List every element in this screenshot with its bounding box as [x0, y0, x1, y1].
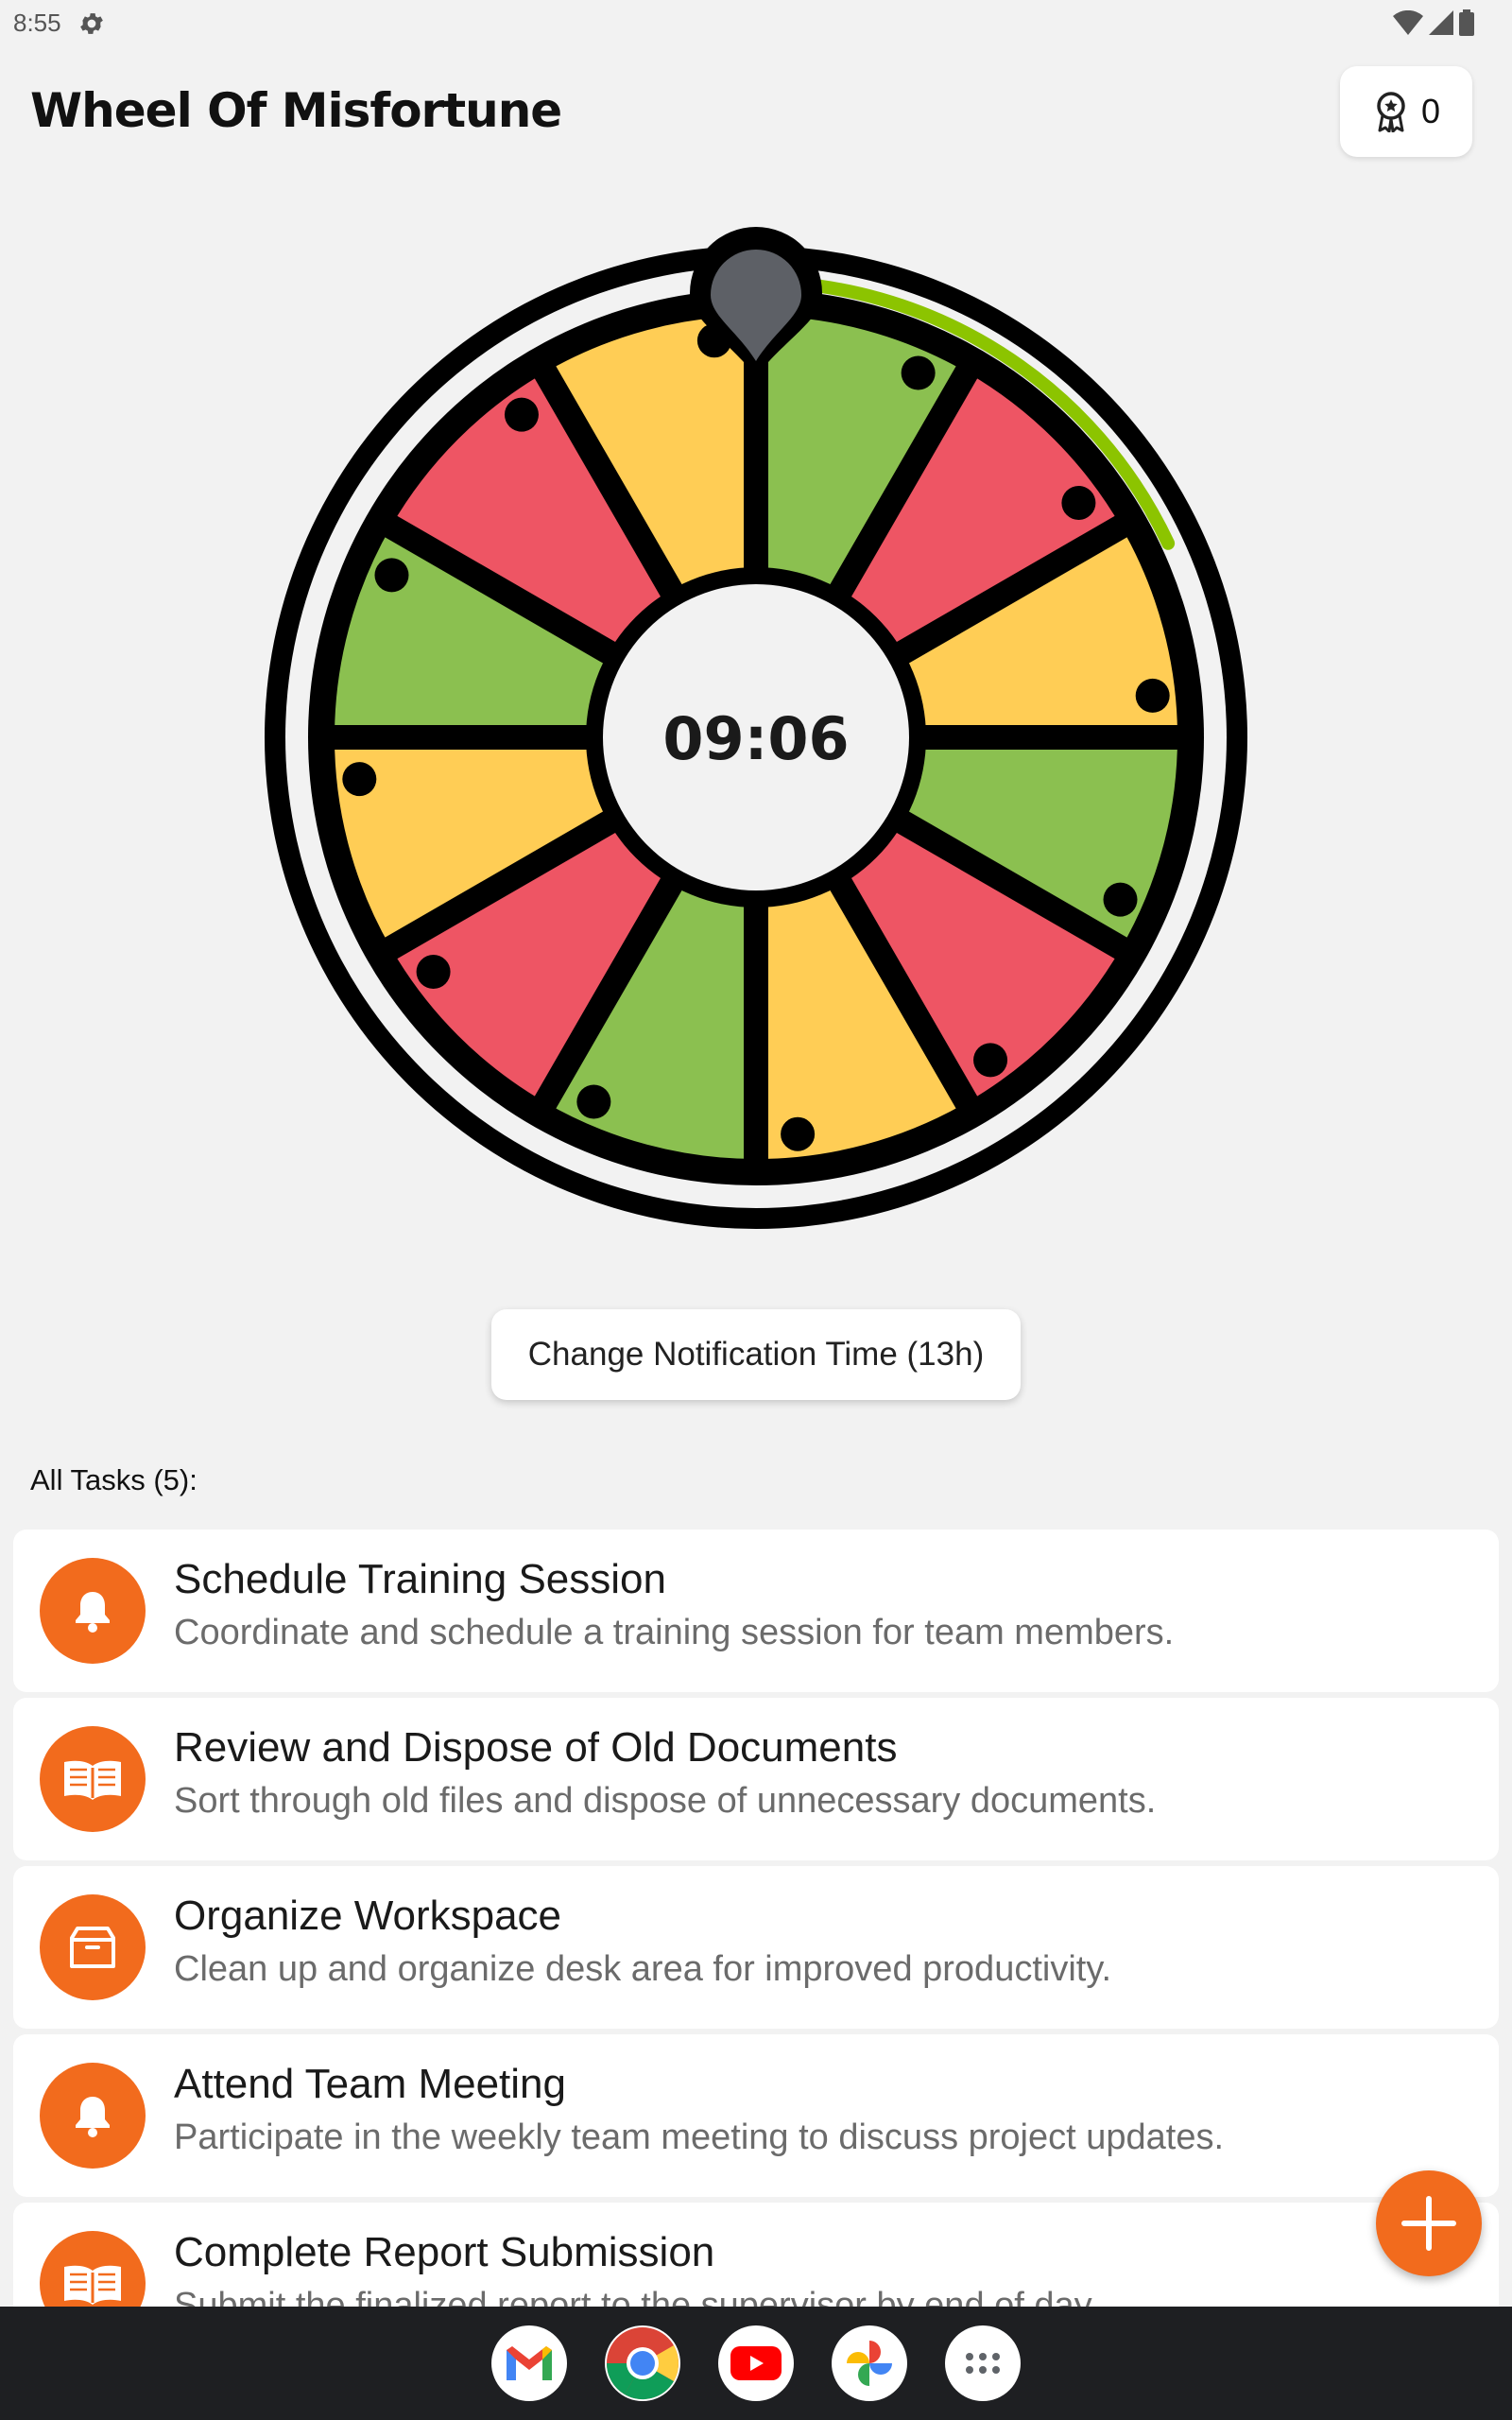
wheel-peg	[342, 762, 377, 797]
bell-icon	[40, 2063, 146, 2169]
wheel-peg	[1061, 485, 1096, 520]
photos-icon[interactable]	[832, 2325, 907, 2401]
wheel-peg	[1135, 678, 1170, 713]
task-title: Attend Team Meeting	[174, 2061, 566, 2107]
status-bar: 8:55	[0, 0, 1512, 45]
task-item[interactable]: Schedule Training Session Coordinate and…	[13, 1530, 1499, 1692]
task-title: Complete Report Submission	[174, 2229, 715, 2275]
wheel-peg	[781, 1116, 816, 1151]
youtube-icon[interactable]	[718, 2325, 794, 2401]
task-item[interactable]: Review and Dispose of Old Documents Sort…	[13, 1698, 1499, 1860]
task-item[interactable]: Organize Workspace Clean up and organize…	[13, 1866, 1499, 2029]
battery-icon	[1459, 9, 1474, 36]
award-button[interactable]: 0	[1340, 66, 1472, 157]
box-icon	[40, 1894, 146, 2000]
wheel-center-time: 09:06	[662, 704, 850, 773]
wheel-peg	[374, 558, 409, 593]
chrome-icon[interactable]	[605, 2325, 680, 2401]
wheel-peg	[576, 1084, 611, 1119]
task-item[interactable]: Attend Team Meeting Participate in the w…	[13, 2034, 1499, 2197]
wheel-peg	[1103, 882, 1138, 917]
task-description: Sort through old files and dispose of un…	[174, 1781, 1157, 1821]
task-description: Participate in the weekly team meeting t…	[174, 2118, 1225, 2157]
task-list: Schedule Training Session Coordinate and…	[13, 1530, 1499, 2371]
wheel-peg	[504, 397, 539, 432]
award-count: 0	[1420, 92, 1441, 130]
app-title: Wheel Of Misfortune	[30, 83, 562, 138]
app-drawer-icon[interactable]	[945, 2325, 1021, 2401]
plus-icon	[1401, 2196, 1456, 2251]
app-dock	[0, 2307, 1512, 2420]
add-task-button[interactable]	[1376, 2170, 1482, 2276]
status-time: 8:55	[13, 9, 61, 37]
wheel-peg	[901, 355, 936, 390]
wifi-icon	[1393, 10, 1423, 35]
gmail-icon[interactable]	[491, 2325, 567, 2401]
tasks-heading: All Tasks (5):	[30, 1463, 198, 1496]
task-description: Clean up and organize desk area for impr…	[174, 1949, 1112, 1989]
task-description: Coordinate and schedule a training sessi…	[174, 1613, 1175, 1652]
status-icons	[1393, 9, 1474, 36]
settings-gear-icon	[80, 13, 103, 34]
task-title: Schedule Training Session	[174, 1556, 666, 1602]
signal-icon	[1429, 10, 1453, 35]
wheel-peg	[416, 955, 451, 990]
book-icon	[40, 1726, 146, 1832]
bell-icon	[40, 1558, 146, 1664]
task-title: Review and Dispose of Old Documents	[174, 1724, 898, 1771]
task-title: Organize Workspace	[174, 1893, 562, 1939]
wheel-peg	[973, 1043, 1008, 1078]
award-icon	[1377, 92, 1405, 132]
change-notification-time-button[interactable]: Change Notification Time (13h)	[491, 1309, 1021, 1400]
